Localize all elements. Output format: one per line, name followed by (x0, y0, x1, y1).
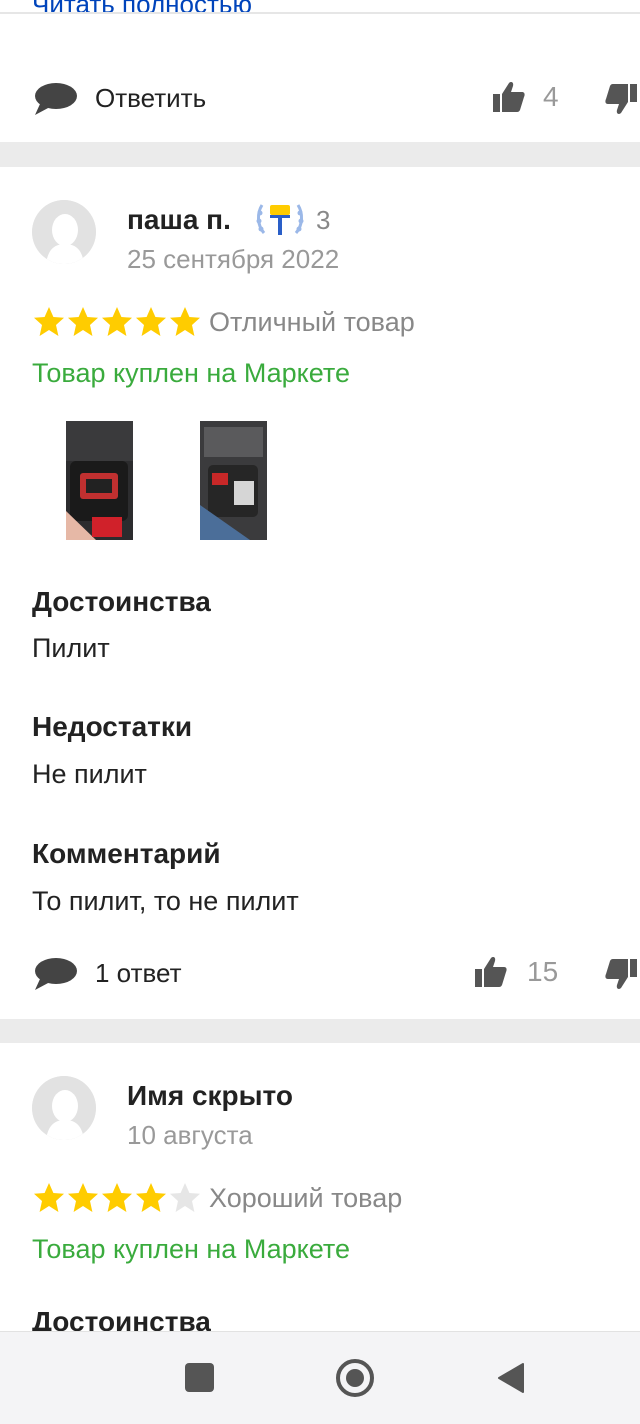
star-icon (68, 1183, 98, 1212)
author-name: Имя скрыто (127, 1080, 294, 1111)
star-icon (102, 307, 132, 336)
pros-text: Пилит (32, 633, 110, 663)
thumbs-up-icon[interactable] (474, 955, 508, 989)
review-photo[interactable] (66, 421, 133, 540)
reply-button[interactable]: Ответить (95, 82, 206, 114)
review-card: паша п. 3 25 сентября 2022 Отличный това… (0, 167, 640, 1019)
replies-button[interactable]: 1 ответ (95, 957, 182, 989)
thumbs-down-icon[interactable] (604, 82, 638, 116)
star-icon (68, 307, 98, 336)
comment-icon[interactable] (32, 957, 78, 991)
rating-stars (32, 1181, 202, 1215)
circle-home-icon[interactable] (335, 1358, 375, 1398)
cons-title: Недостатки (32, 711, 193, 742)
user-silhouette-icon (32, 1076, 96, 1140)
cons-text: Не пилит (32, 759, 147, 789)
star-icon (102, 1183, 132, 1212)
bought-on-market-label: Товар куплен на Маркете (32, 1234, 350, 1264)
avatar[interactable] (32, 1076, 96, 1140)
review-card-previous: Читать полностью Ответить 4 (0, 0, 640, 142)
review-footer: Ответить 4 (0, 74, 640, 124)
rating-label: Хороший товар (209, 1183, 403, 1213)
comment-title: Комментарий (32, 838, 221, 869)
review-date: 25 сентября 2022 (127, 244, 340, 274)
read-more-link[interactable]: Читать полностью (32, 0, 252, 18)
square-icon[interactable] (185, 1363, 214, 1392)
user-silhouette-icon (32, 200, 96, 264)
star-empty-icon (170, 1183, 200, 1212)
rating-label: Отличный товар (209, 307, 415, 337)
rating-stars (32, 305, 202, 339)
bought-on-market-label: Товар куплен на Маркете (32, 358, 350, 388)
comment-icon[interactable] (32, 82, 78, 116)
star-icon (34, 1183, 64, 1212)
thumbs-up-icon[interactable] (492, 80, 526, 114)
expert-badge-icon (256, 204, 304, 235)
thumbs-down-icon[interactable] (604, 957, 638, 991)
star-icon (136, 1183, 166, 1212)
back-triangle-icon[interactable] (497, 1362, 525, 1394)
divider (0, 12, 640, 14)
avatar[interactable] (32, 200, 96, 264)
comment-text: То пилит, то не пилит (32, 886, 299, 916)
system-navigation-bar (0, 1331, 640, 1424)
badge-count: 3 (316, 205, 331, 235)
review-photo[interactable] (200, 421, 267, 540)
star-icon (170, 307, 200, 336)
author-name[interactable]: паша п. (127, 203, 231, 237)
pros-title: Достоинства (32, 586, 211, 617)
like-count: 15 (527, 956, 559, 987)
review-footer: 1 ответ 15 (0, 949, 640, 999)
like-count: 4 (543, 81, 559, 112)
star-icon (136, 307, 166, 336)
review-date: 10 августа (127, 1120, 253, 1150)
star-icon (34, 307, 64, 336)
